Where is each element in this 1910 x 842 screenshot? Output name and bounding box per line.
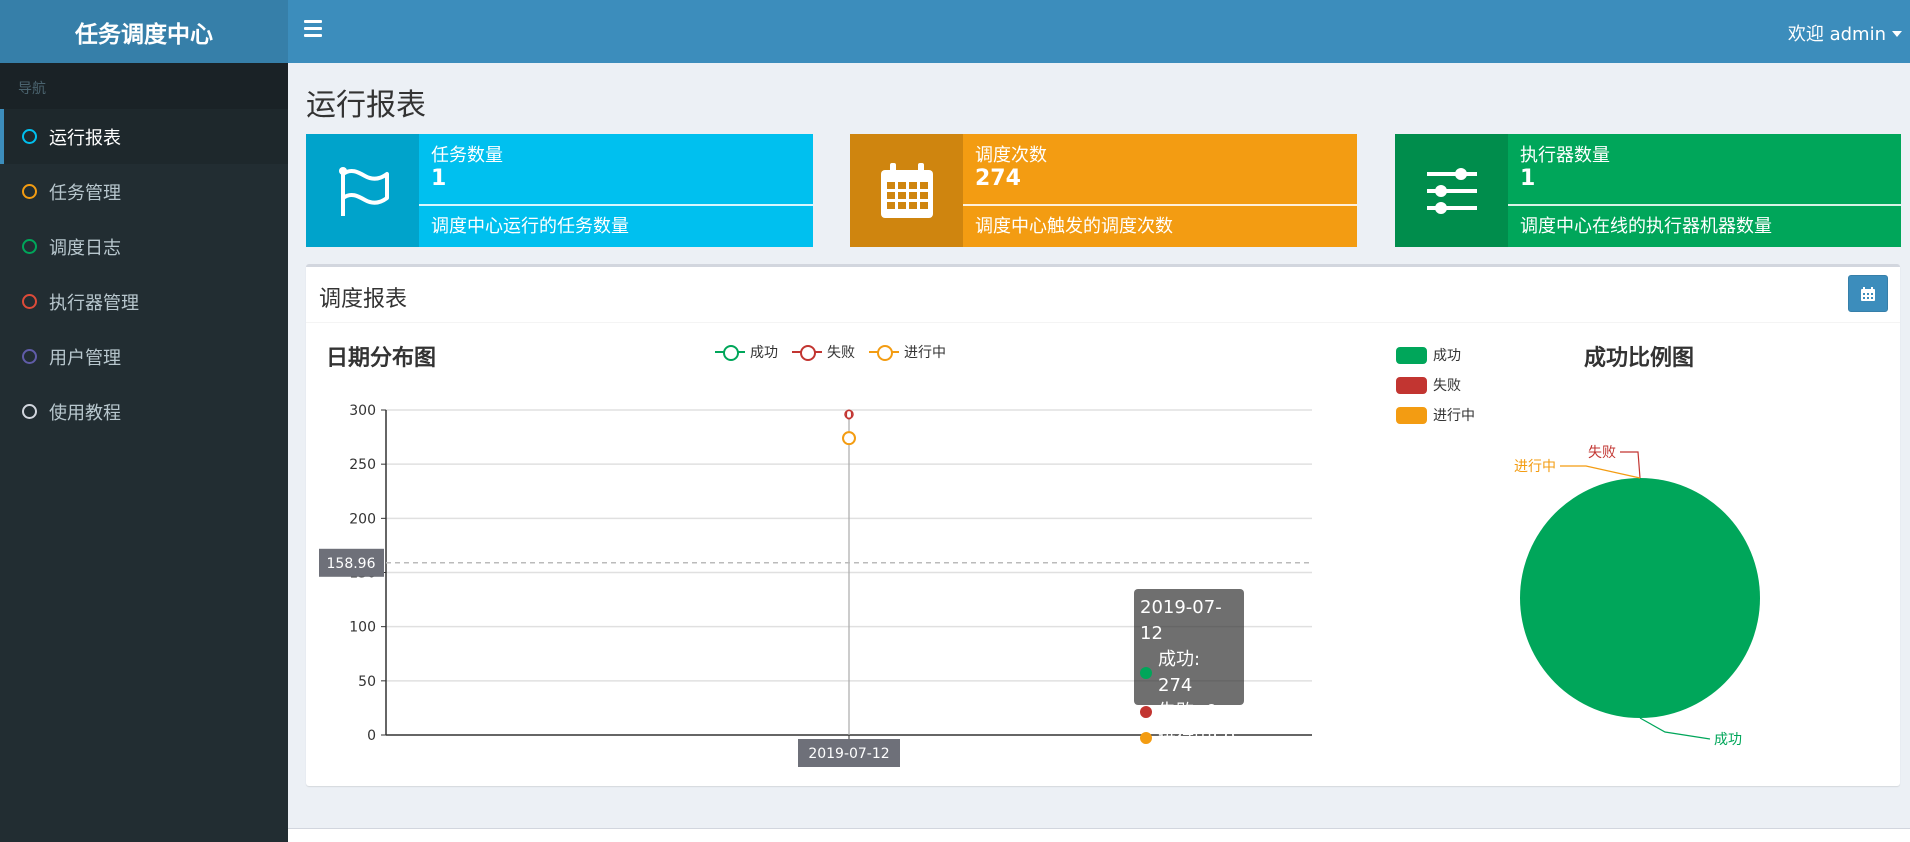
pie-legend-label: 成功 bbox=[1433, 348, 1461, 364]
info-box-content: 执行器数量 1 调度中心在线的执行器机器数量 bbox=[1508, 134, 1901, 247]
sidebar-toggle-icon[interactable] bbox=[304, 20, 322, 40]
legend-label: 进行中 bbox=[904, 345, 946, 361]
series-dot-icon bbox=[1140, 706, 1152, 718]
circle-icon bbox=[22, 404, 37, 419]
sliders-icon bbox=[1426, 167, 1477, 214]
info-box-content: 任务数量 1 调度中心运行的任务数量 bbox=[419, 134, 813, 247]
legend-item[interactable]: 进行中 bbox=[869, 342, 946, 362]
caret-down-icon bbox=[1892, 31, 1902, 37]
tooltip-row: 失败: 0 bbox=[1140, 699, 1238, 725]
info-box-2: 执行器数量 1 调度中心在线的执行器机器数量 bbox=[1395, 134, 1901, 247]
line-chart-legend: 成功 失败 进行中 bbox=[715, 342, 960, 362]
pie-legend-label: 失败 bbox=[1433, 378, 1461, 394]
sidebar-item-label: 用户管理 bbox=[49, 347, 121, 369]
legend-label: 失败 bbox=[827, 345, 855, 361]
page-title: 运行报表 bbox=[306, 88, 426, 123]
tooltip-row-text: 失败: 0 bbox=[1158, 701, 1218, 722]
sidebar-item-label: 任务管理 bbox=[49, 182, 121, 204]
welcome-text: 欢迎 admin bbox=[1787, 24, 1886, 45]
sidebar-item-label: 调度日志 bbox=[49, 237, 121, 259]
report-title: 调度报表 bbox=[319, 287, 408, 312]
info-box-number: 1 bbox=[431, 166, 447, 191]
calendar-icon bbox=[1861, 286, 1875, 301]
info-box-progress bbox=[419, 204, 813, 206]
legend-marker-icon bbox=[715, 345, 745, 361]
pie-chart-title: 成功比例图 bbox=[1584, 346, 1695, 371]
date-range-button[interactable] bbox=[1848, 275, 1888, 312]
chart-tooltip: 2019-07-12 成功: 274 失败: 0 进行中: 0 bbox=[1134, 589, 1244, 748]
tooltip-date: 2019-07-12 bbox=[1140, 597, 1222, 644]
top-navbar: 欢迎 admin bbox=[288, 0, 1910, 63]
info-box-desc: 调度中心在线的执行器机器数量 bbox=[1520, 216, 1772, 237]
info-box-desc: 调度中心触发的调度次数 bbox=[975, 216, 1173, 237]
tooltip-row-text: 成功: 274 bbox=[1158, 649, 1201, 696]
info-box-desc: 调度中心运行的任务数量 bbox=[431, 216, 629, 237]
circle-icon bbox=[22, 184, 37, 199]
series-dot-icon bbox=[1140, 667, 1152, 679]
tooltip-row-text: 进行中: 0 bbox=[1158, 727, 1236, 748]
sidebar-item-label: 运行报表 bbox=[49, 127, 121, 149]
pie-legend-item[interactable]: 失败 bbox=[1396, 370, 1475, 400]
sidebar-item-4[interactable]: 用户管理 bbox=[0, 329, 288, 384]
flag-icon bbox=[338, 166, 389, 216]
footer-bar bbox=[288, 828, 1910, 842]
series-dot-icon bbox=[1140, 732, 1152, 744]
sidebar: 导航 运行报表任务管理调度日志执行器管理用户管理使用教程 bbox=[0, 63, 288, 842]
circle-icon bbox=[22, 294, 37, 309]
info-box-1: 调度次数 274 调度中心触发的调度次数 bbox=[850, 134, 1357, 247]
brand-logo[interactable]: 任务调度中心 bbox=[0, 0, 288, 63]
legend-marker-icon bbox=[792, 345, 822, 361]
legend-item[interactable]: 成功 bbox=[715, 342, 778, 362]
legend-label: 成功 bbox=[750, 345, 778, 361]
circle-icon bbox=[22, 239, 37, 254]
sidebar-item-label: 使用教程 bbox=[49, 402, 121, 424]
sidebar-item-label: 执行器管理 bbox=[49, 292, 139, 314]
tooltip-row: 进行中: 0 bbox=[1140, 725, 1238, 751]
sidebar-item-0[interactable]: 运行报表 bbox=[0, 109, 288, 164]
report-header: 调度报表 bbox=[306, 267, 1900, 323]
info-box-label: 调度次数 bbox=[975, 145, 1047, 166]
info-box-icon bbox=[850, 134, 963, 247]
pie-legend-item[interactable]: 成功 bbox=[1396, 340, 1475, 370]
info-box-label: 执行器数量 bbox=[1520, 145, 1610, 166]
legend-swatch-icon bbox=[1396, 406, 1427, 424]
sidebar-item-1[interactable]: 任务管理 bbox=[0, 164, 288, 219]
nav-header: 导航 bbox=[0, 63, 288, 109]
info-box-number: 1 bbox=[1520, 166, 1536, 191]
info-box-progress bbox=[963, 204, 1357, 206]
info-box-icon bbox=[1395, 134, 1508, 247]
info-box-content: 调度次数 274 调度中心触发的调度次数 bbox=[963, 134, 1357, 247]
circle-icon bbox=[22, 129, 37, 144]
sidebar-item-5[interactable]: 使用教程 bbox=[0, 384, 288, 439]
calendar-icon bbox=[880, 162, 933, 218]
info-box-number: 274 bbox=[975, 166, 1021, 191]
circle-icon bbox=[22, 349, 37, 364]
sidebar-item-2[interactable]: 调度日志 bbox=[0, 219, 288, 274]
pie-legend-item[interactable]: 进行中 bbox=[1396, 400, 1475, 430]
info-box-0: 任务数量 1 调度中心运行的任务数量 bbox=[306, 134, 813, 247]
legend-swatch-icon bbox=[1396, 346, 1427, 364]
legend-swatch-icon bbox=[1396, 376, 1427, 394]
sidebar-item-3[interactable]: 执行器管理 bbox=[0, 274, 288, 329]
info-box-label: 任务数量 bbox=[431, 145, 503, 166]
line-chart-title: 日期分布图 bbox=[326, 346, 437, 371]
info-box-icon bbox=[306, 134, 419, 247]
tooltip-row: 成功: 274 bbox=[1140, 647, 1238, 699]
legend-item[interactable]: 失败 bbox=[792, 342, 855, 362]
pie-legend-label: 进行中 bbox=[1433, 408, 1475, 424]
legend-marker-icon bbox=[869, 345, 899, 361]
pie-chart-legend: 成功 失败 进行中 bbox=[1396, 340, 1475, 430]
user-menu[interactable]: 欢迎 admin bbox=[1788, 20, 1902, 46]
info-box-progress bbox=[1508, 204, 1901, 206]
